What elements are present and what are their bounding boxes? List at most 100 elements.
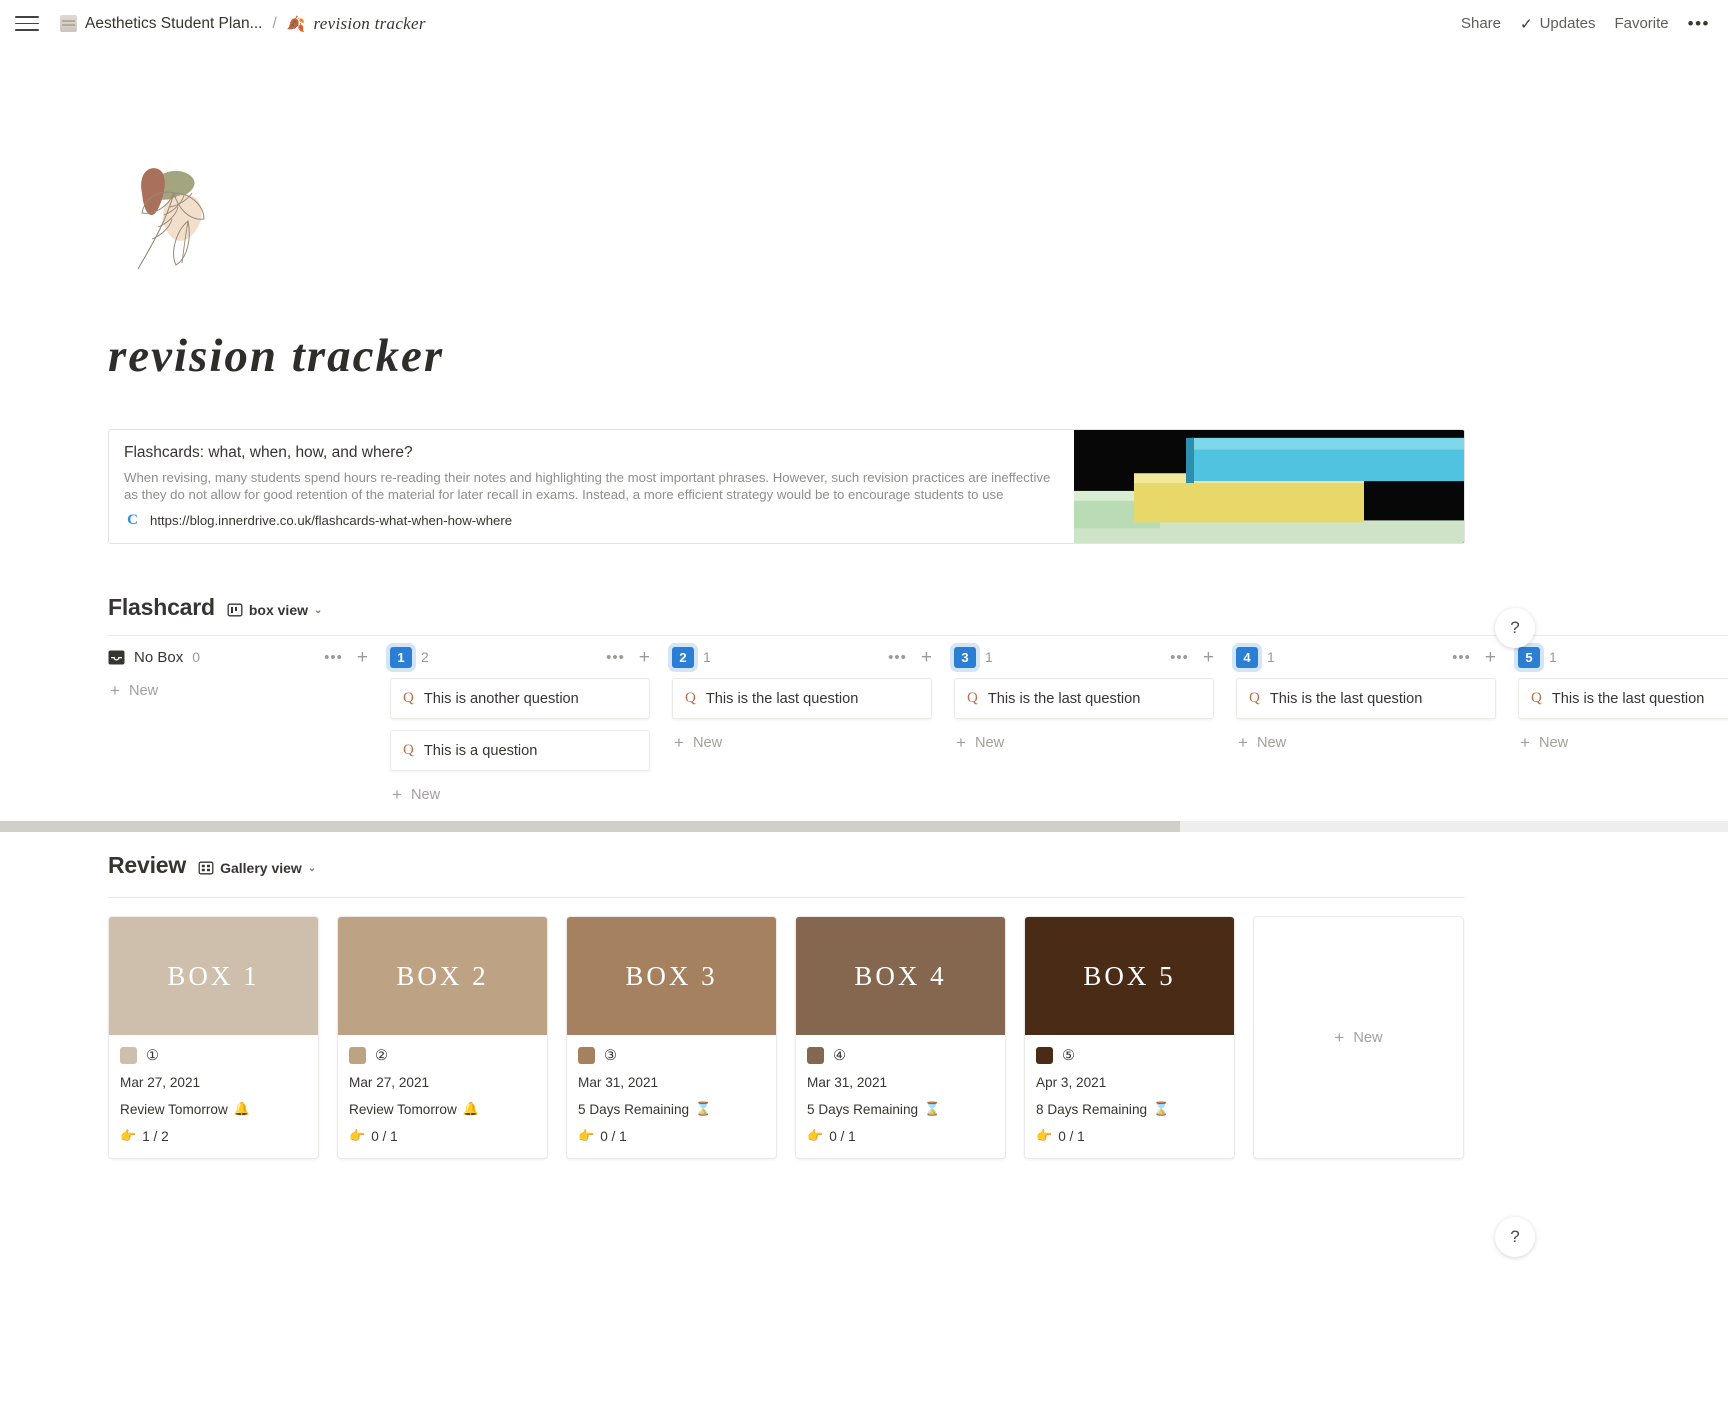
review-card-cover: BOX 2: [338, 917, 547, 1035]
board-horizontal-scrollbar[interactable]: [0, 821, 1728, 832]
review-card-progress-text: 0 / 1: [600, 1128, 627, 1144]
box-color-swatch: [578, 1047, 595, 1064]
question-icon: Q: [1531, 690, 1542, 706]
page-emoji-icon: 🍂: [286, 15, 306, 33]
review-card-box-row: ①: [120, 1047, 307, 1064]
box-number-label: ③: [604, 1047, 617, 1064]
box-number-badge: 5: [1518, 646, 1540, 668]
column-more-icon[interactable]: •••: [606, 649, 625, 666]
review-card[interactable]: BOX 5 ⑤ Apr 3, 2021 8 Days Remaining ⌛ 👉 0 / 1: [1024, 916, 1235, 1159]
column-more-icon[interactable]: •••: [888, 649, 907, 666]
column-new-button[interactable]: + New: [108, 678, 368, 703]
board-column-count: 1: [985, 649, 993, 665]
menu-icon[interactable]: [12, 9, 42, 39]
column-add-icon[interactable]: +: [1203, 648, 1214, 667]
page-content: revision tracker Flashcards: what, when,…: [0, 47, 1728, 1159]
column-add-icon[interactable]: +: [1485, 648, 1496, 667]
bookmark-details: Flashcards: what, when, how, and where? …: [109, 430, 1074, 543]
review-card[interactable]: BOX 1 ① Mar 27, 2021 Review Tomorrow 🔔 👉 1 / 2: [108, 916, 319, 1159]
review-card[interactable]: BOX 2 ② Mar 27, 2021 Review Tomorrow 🔔 👉 0 / 1: [337, 916, 548, 1159]
flashcard-card[interactable]: Q This is a question: [390, 730, 650, 771]
plus-icon: +: [110, 681, 120, 700]
progress-emoji-icon: 👉: [1036, 1128, 1053, 1143]
favicon-icon: C: [127, 512, 138, 528]
review-card-progress-text: 0 / 1: [829, 1128, 856, 1144]
flashcard-section-header: Flashcard box view ⌄: [108, 594, 1648, 621]
review-card-progress: 👉 0 / 1: [1036, 1128, 1223, 1144]
top-bar-actions: Share ✓ Updates Favorite •••: [1461, 14, 1710, 34]
column-new-label: New: [974, 734, 1005, 751]
share-button[interactable]: Share: [1461, 15, 1501, 32]
question-icon: Q: [403, 742, 414, 758]
board-column-actions: ••• +: [606, 648, 650, 667]
status-emoji-icon: 🔔: [233, 1101, 250, 1116]
column-new-label: New: [1538, 734, 1569, 751]
column-add-icon[interactable]: +: [357, 648, 368, 667]
more-options-icon[interactable]: •••: [1688, 14, 1710, 34]
flashcard-board: No Box 0 ••• + + New 1 2 ••• + Q This is another qu…: [108, 636, 1728, 807]
review-view-selector[interactable]: Gallery view ⌄: [198, 860, 316, 879]
favorite-button[interactable]: Favorite: [1614, 15, 1668, 32]
bookmark-thumbnail-image: [1074, 430, 1464, 543]
box-number-badge: 1: [390, 646, 412, 668]
column-new-button[interactable]: + New: [1518, 730, 1728, 755]
box-number-label: ④: [833, 1047, 846, 1064]
status-emoji-icon: 🔔: [462, 1101, 479, 1116]
box-number-label: ⑤: [1062, 1047, 1075, 1064]
box-number-badge: 2: [672, 646, 694, 668]
flashcard-title: This is the last question: [1551, 690, 1705, 707]
bookmark-title: Flashcards: what, when, how, and where?: [124, 444, 413, 461]
board-column-header: 2 1 ••• +: [672, 636, 932, 678]
flashcard-card[interactable]: Q This is the last question: [954, 678, 1214, 719]
column-more-icon[interactable]: •••: [1452, 649, 1471, 666]
question-icon: Q: [403, 690, 414, 706]
progress-emoji-icon: 👉: [578, 1128, 595, 1143]
flashcard-card[interactable]: Q This is the last question: [1518, 678, 1728, 719]
review-card-progress: 👉 0 / 1: [349, 1128, 536, 1144]
board-column-header: 4 1 ••• +: [1236, 636, 1496, 678]
help-button-top[interactable]: ?: [1495, 608, 1535, 648]
bookmark-card[interactable]: Flashcards: what, when, how, and where? …: [108, 429, 1465, 544]
review-card-box-row: ②: [349, 1047, 536, 1064]
column-new-button[interactable]: + New: [1236, 730, 1496, 755]
column-add-icon[interactable]: +: [921, 648, 932, 667]
breadcrumb-separator: /: [272, 14, 277, 32]
plus-icon: +: [674, 733, 684, 752]
review-card-box-row: ④: [807, 1047, 994, 1064]
board-column-actions: ••• +: [1452, 648, 1496, 667]
breadcrumb-parent[interactable]: Aesthetics Student Plan...: [85, 15, 263, 33]
progress-emoji-icon: 👉: [120, 1128, 137, 1143]
review-card-cover-label: BOX 1: [167, 960, 260, 991]
updates-button[interactable]: Updates: [1540, 15, 1596, 32]
flashcard-title: This is another question: [423, 690, 579, 707]
review-card-status-text: 8 Days Remaining: [1036, 1101, 1148, 1117]
review-card[interactable]: BOX 3 ③ Mar 31, 2021 5 Days Remaining ⌛ 👉 0 / …: [566, 916, 777, 1159]
column-more-icon[interactable]: •••: [324, 649, 343, 666]
column-new-button[interactable]: + New: [390, 782, 650, 807]
review-card-cover: BOX 1: [109, 917, 318, 1035]
flashcard-card[interactable]: Q This is another question: [390, 678, 650, 719]
flashcard-card[interactable]: Q This is the last question: [672, 678, 932, 719]
bookmark-url[interactable]: https://blog.innerdrive.co.uk/flashcards…: [150, 513, 512, 528]
review-card-cover: BOX 3: [567, 917, 776, 1035]
review-card-date: Mar 27, 2021: [120, 1075, 201, 1090]
plus-icon: +: [1520, 733, 1530, 752]
flashcard-card[interactable]: Q This is the last question: [1236, 678, 1496, 719]
review-card-date: Mar 27, 2021: [349, 1075, 430, 1090]
scrollbar-thumb[interactable]: [0, 821, 1180, 832]
review-card-cover: BOX 4: [796, 917, 1005, 1035]
column-add-icon[interactable]: +: [639, 648, 650, 667]
column-more-icon[interactable]: •••: [1170, 649, 1189, 666]
column-new-button[interactable]: + New: [672, 730, 932, 755]
flashcard-title: This is the last question: [705, 690, 859, 707]
column-new-button[interactable]: + New: [954, 730, 1214, 755]
breadcrumb-current[interactable]: revision tracker: [314, 14, 426, 34]
help-button-bottom[interactable]: ?: [1495, 1217, 1535, 1257]
board-column-count: 1: [1267, 649, 1275, 665]
box-color-swatch: [120, 1047, 137, 1064]
review-card[interactable]: BOX 4 ④ Mar 31, 2021 5 Days Remaining ⌛ 👉 0 / …: [795, 916, 1006, 1159]
breadcrumb: Aesthetics Student Plan... / 🍂 revision …: [60, 14, 426, 34]
flashcard-view-selector[interactable]: box view ⌄: [227, 602, 322, 621]
gallery-new-button[interactable]: + New: [1253, 916, 1464, 1159]
top-bar: Aesthetics Student Plan... / 🍂 revision …: [0, 0, 1728, 47]
